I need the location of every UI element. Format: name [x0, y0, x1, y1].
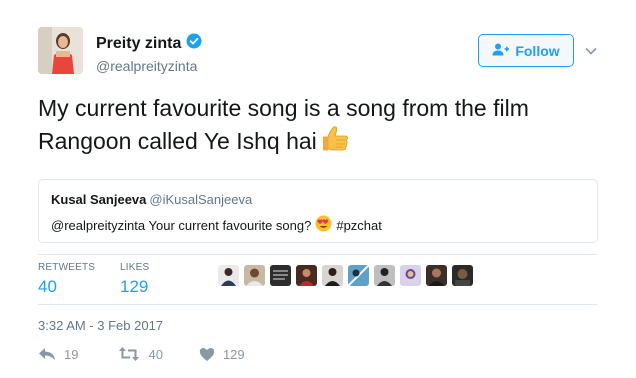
retweet-count: 40: [148, 346, 163, 362]
more-options-chevron-down-icon[interactable]: [584, 44, 598, 58]
likes-count: 129: [120, 277, 149, 296]
heart-eyes-icon: [315, 215, 332, 235]
heart-icon: [199, 347, 215, 362]
reply-button[interactable]: 19: [38, 346, 78, 362]
author-avatar[interactable]: [38, 27, 83, 74]
add-user-icon: [492, 43, 510, 59]
tweet-body: My current favourite song is a song from…: [38, 92, 598, 157]
likers-avatars: [218, 265, 473, 286]
quoted-tweet-header: Kusal Sanjeeva @iKusalSanjeeva: [51, 192, 585, 207]
retweet-button[interactable]: 40: [118, 346, 163, 362]
liker-avatar[interactable]: [348, 265, 369, 286]
author-info[interactable]: Preity zinta @realpreityzinta: [96, 33, 202, 74]
quoted-text-before: @realpreityzinta Your current favourite …: [51, 217, 312, 233]
tweet-text: My current favourite song is a song from…: [38, 95, 529, 154]
retweets-label: RETWEETS: [38, 262, 96, 273]
quoted-author-handle: @iKusalSanjeeva: [149, 192, 253, 207]
retweets-stat[interactable]: RETWEETS 40: [38, 262, 95, 297]
likes-label: LIKES: [120, 262, 150, 273]
reply-icon: [38, 346, 56, 362]
author-name[interactable]: Preity zinta: [96, 35, 181, 53]
like-button[interactable]: 129: [199, 347, 245, 362]
liker-avatar[interactable]: [296, 265, 317, 286]
quoted-author-name: Kusal Sanjeeva: [51, 192, 147, 207]
liker-avatar[interactable]: [244, 265, 265, 286]
follow-button[interactable]: Follow: [478, 34, 574, 67]
divider: [38, 304, 598, 305]
liker-avatar[interactable]: [218, 265, 239, 286]
thumbs-up-icon: [321, 124, 351, 154]
verified-badge-icon: [186, 33, 202, 54]
divider: [38, 254, 598, 255]
liker-avatar[interactable]: [322, 265, 343, 286]
liker-avatar[interactable]: [452, 265, 473, 286]
liker-avatar[interactable]: [270, 265, 291, 286]
author-handle[interactable]: @realpreityzinta: [96, 58, 202, 74]
likes-stat[interactable]: LIKES 129: [120, 262, 149, 297]
liker-avatar[interactable]: [374, 265, 395, 286]
reply-count: 19: [64, 346, 79, 362]
tweet-timestamp[interactable]: 3:32 AM - 3 Feb 2017: [38, 318, 163, 333]
tweet-actions: 19 40 129: [38, 346, 267, 362]
quoted-text-hashtag[interactable]: #pzchat: [336, 218, 382, 233]
retweets-count: 40: [38, 277, 57, 296]
liker-avatar[interactable]: [426, 265, 447, 286]
quoted-tweet[interactable]: Kusal Sanjeeva @iKusalSanjeeva @realpreit…: [38, 179, 598, 243]
quoted-tweet-text: @realpreityzinta Your current favourite …: [51, 215, 585, 235]
liker-avatar[interactable]: [400, 265, 421, 286]
follow-button-label: Follow: [515, 42, 560, 59]
like-count: 129: [222, 346, 245, 362]
retweet-icon: [118, 346, 140, 362]
